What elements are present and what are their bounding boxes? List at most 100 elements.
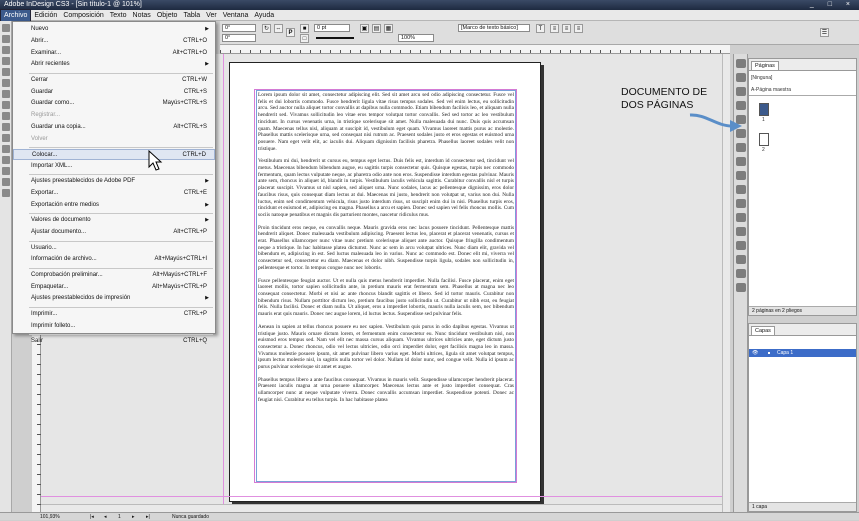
file-menu-item[interactable]: Examinar... Alt+CTRL+O xyxy=(13,48,215,59)
file-menu-item[interactable]: Importar XML... xyxy=(13,161,215,172)
paragraph-2: Vestibulum mi dui, hendrerit ut cursus e… xyxy=(258,158,514,218)
fill-frame-icon[interactable]: ▤ xyxy=(372,24,381,33)
pen-tool-icon[interactable] xyxy=(1,68,10,76)
file-menu-item[interactable]: Colocar... CTRL+D xyxy=(13,149,215,161)
object-styles-icon[interactable] xyxy=(735,241,746,250)
rectangle-tool-icon[interactable] xyxy=(1,112,10,120)
gradient-panel-icon[interactable] xyxy=(735,143,746,152)
links-panel-icon[interactable] xyxy=(735,73,746,82)
scale-tool-icon[interactable] xyxy=(1,134,10,142)
file-menu-item[interactable]: Información de archivo... Alt+Mayús+CTRL+… xyxy=(13,254,215,265)
file-menu-item[interactable]: Abrir... CTRL+O xyxy=(13,36,215,47)
table-panel-icon[interactable] xyxy=(735,255,746,264)
file-menu-item[interactable]: Salir CTRL+Q xyxy=(13,336,215,347)
file-menu-item[interactable]: Cerrar CTRL+W xyxy=(13,75,215,86)
direct-selection-tool-icon[interactable] xyxy=(1,35,10,43)
file-menu-item[interactable]: Usuario... xyxy=(13,243,215,254)
type-on-path-icon[interactable]: P xyxy=(286,28,295,37)
effects-panel-icon[interactable] xyxy=(735,157,746,166)
align-center-icon[interactable]: ≡ xyxy=(562,24,571,33)
paragraph-styles-icon[interactable] xyxy=(735,227,746,236)
file-menu-item-label: Abrir... xyxy=(31,37,49,44)
menu-edicion[interactable]: Edición xyxy=(31,10,60,21)
file-menu-item-label: Guardar xyxy=(31,88,54,95)
file-menu-item[interactable]: Abrir recientes ▶ xyxy=(13,59,215,70)
page-tool-icon[interactable] xyxy=(1,46,10,54)
horizontal-scrollbar[interactable] xyxy=(41,504,722,512)
fill-icon[interactable]: ■ xyxy=(300,24,309,33)
tab-layers[interactable]: Capas xyxy=(751,326,775,335)
rectangle-frame-tool-icon[interactable] xyxy=(1,101,10,109)
frame-fit-icon[interactable]: ▣ xyxy=(360,24,369,33)
menu-composicion[interactable]: Composición xyxy=(60,10,106,21)
zoom-field[interactable]: 100% xyxy=(398,34,434,42)
file-menu-item[interactable]: Empaquetar... Alt+Mayús+CTRL+P xyxy=(13,282,215,293)
ruler-tick xyxy=(680,50,681,53)
file-menu-item[interactable]: Exportar... CTRL+E xyxy=(13,188,215,199)
document-page[interactable]: Lorem ipsum dolor sit amet, consectetur … xyxy=(229,62,541,502)
window-controls[interactable]: _ □ × xyxy=(810,0,856,10)
align-left-icon[interactable]: ≡ xyxy=(550,24,559,33)
paragraph-panel-icon[interactable] xyxy=(735,199,746,208)
object-style-select[interactable]: [Marco de texto básico] xyxy=(458,24,530,32)
rotate-tool-icon[interactable] xyxy=(1,123,10,131)
center-content-icon[interactable]: ▦ xyxy=(384,24,393,33)
file-menu-item[interactable]: Guardar como... Mayús+CTRL+S xyxy=(13,98,215,109)
page-2-thumbnail[interactable] xyxy=(759,133,769,146)
line-tool-icon[interactable] xyxy=(1,90,10,98)
file-menu-item[interactable]: Ajustes preestablecidos de impresión ▶ xyxy=(13,293,215,304)
y-angle-field[interactable]: 0° xyxy=(222,34,256,42)
stroke-icon[interactable]: □ xyxy=(300,34,309,43)
stroke-weight-field[interactable]: 0 pt xyxy=(314,24,350,32)
file-menu-item[interactable]: Ajustes preestablecidos de Adobe PDF ▶ xyxy=(13,176,215,187)
gradient-tool-icon[interactable] xyxy=(1,145,10,153)
page-1-thumbnail[interactable] xyxy=(759,103,769,116)
menu-tabla[interactable]: Tabla xyxy=(180,10,203,21)
menu-objeto[interactable]: Objeto xyxy=(154,10,181,21)
menu-ayuda[interactable]: Ayuda xyxy=(251,10,277,21)
menu-ver[interactable]: Ver xyxy=(203,10,220,21)
text-frame-options-icon[interactable]: T xyxy=(536,24,545,33)
file-menu-item[interactable]: Imprimir... CTRL+P xyxy=(13,309,215,320)
selection-tool-icon[interactable] xyxy=(1,24,10,32)
file-menu-item[interactable]: Exportación entre medios ▶ xyxy=(13,200,215,211)
file-menu-item[interactable]: Guardar una copia... Alt+CTRL+S xyxy=(13,122,215,133)
stroke-type-preview[interactable] xyxy=(316,37,354,39)
flip-icon[interactable]: ⇔ xyxy=(274,24,283,33)
file-menu-item[interactable]: Nuevo ▶ xyxy=(13,24,215,35)
file-menu-item[interactable]: Comprobación preliminar... Alt+Mayús+CTRL… xyxy=(13,270,215,281)
pencil-tool-icon[interactable] xyxy=(1,79,10,87)
x-angle-field[interactable]: 0° xyxy=(222,24,256,32)
align-right-icon[interactable]: ≡ xyxy=(574,24,583,33)
layer-row[interactable]: 👁 Capa 1 xyxy=(749,349,856,357)
align-panel-icon[interactable] xyxy=(735,269,746,278)
file-menu-item[interactable]: Guardar CTRL+S xyxy=(13,87,215,98)
rotate-icon[interactable]: ↻ xyxy=(262,24,271,33)
file-menu-item[interactable]: Imprimir folleto... xyxy=(13,321,215,332)
pathfinder-panel-icon[interactable] xyxy=(735,283,746,292)
pages-panel-icon[interactable] xyxy=(735,59,746,68)
file-menu-item[interactable]: Ajustar documento... Alt+CTRL+P xyxy=(13,227,215,238)
none-master-item[interactable]: [Ninguna] xyxy=(751,75,772,81)
text-wrap-panel-icon[interactable] xyxy=(735,171,746,180)
hand-tool-icon[interactable] xyxy=(1,167,10,175)
menu-texto[interactable]: Texto xyxy=(107,10,130,21)
eyedropper-tool-icon[interactable] xyxy=(1,156,10,164)
stroke-panel-icon[interactable] xyxy=(735,101,746,110)
menu-notas[interactable]: Notas xyxy=(130,10,154,21)
master-a-item[interactable]: A-Página maestra xyxy=(751,87,791,93)
eye-icon[interactable]: 👁 xyxy=(752,349,758,357)
fill-stroke-icon[interactable] xyxy=(1,189,10,197)
tab-pages[interactable]: Páginas xyxy=(751,61,779,70)
character-panel-icon[interactable] xyxy=(735,185,746,194)
zoom-tool-icon[interactable] xyxy=(1,178,10,186)
menu-ventana[interactable]: Ventana xyxy=(220,10,252,21)
file-menu-item[interactable]: Valores de documento ▶ xyxy=(13,215,215,226)
text-frame[interactable]: Lorem ipsum dolor sit amet, consectetur … xyxy=(256,90,516,482)
character-styles-icon[interactable] xyxy=(735,213,746,222)
type-tool-icon[interactable] xyxy=(1,57,10,65)
horizontal-ruler[interactable] xyxy=(220,45,730,54)
layers-panel-icon[interactable] xyxy=(735,87,746,96)
control-panel-menu-icon[interactable]: ☰ xyxy=(820,28,829,37)
menu-archivo[interactable]: Archivo xyxy=(0,8,32,22)
